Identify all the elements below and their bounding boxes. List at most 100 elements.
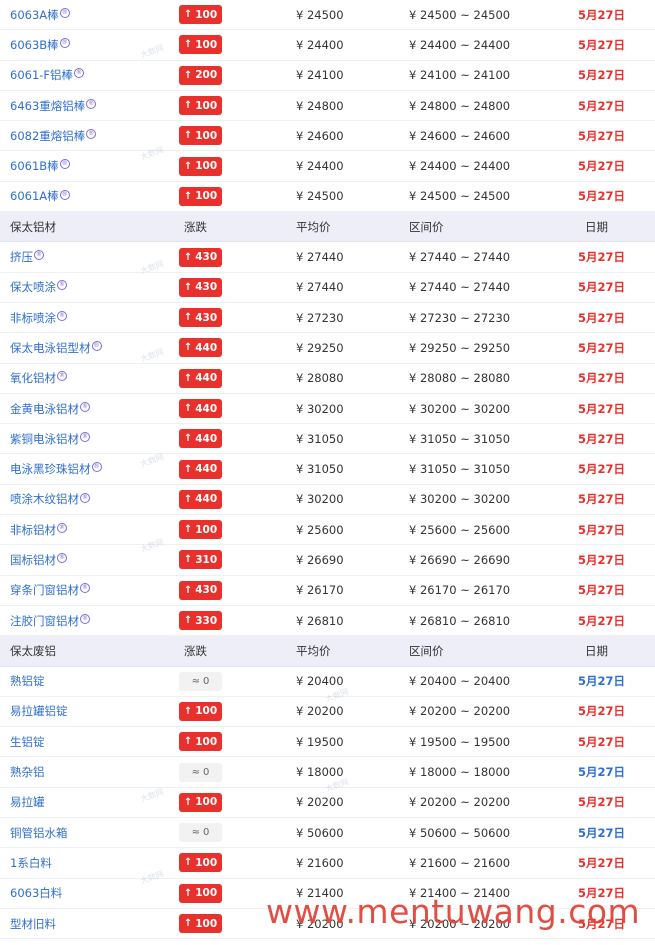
change-up-badge: ↑ 430 <box>179 247 222 267</box>
product-link[interactable]: 6061A棒 ® <box>10 188 70 204</box>
product-link[interactable]: 喷涂木纹铝材 ® <box>10 491 90 507</box>
range-price: ¥ 25600 ~ 25600 <box>409 522 511 537</box>
average-price: ¥ 29250 <box>296 340 344 355</box>
approx-icon: ≈ <box>191 675 200 687</box>
product-link[interactable]: 紫铜电泳铝材 ® <box>10 431 90 447</box>
product-link[interactable]: 6063A棒 ® <box>10 7 70 23</box>
product-link[interactable]: 6463重熔铝棒 ® <box>10 98 97 114</box>
product-link[interactable]: 非标铝材 ® <box>10 522 67 538</box>
arrow-up-icon: ↑ <box>183 736 193 748</box>
product-name-cell: 6063白料 <box>10 879 170 908</box>
header-change: 涨跌 <box>184 219 207 234</box>
arrow-up-icon: ↑ <box>183 554 193 566</box>
product-link[interactable]: 1系白料 <box>10 855 52 871</box>
arrow-up-icon: ↑ <box>183 251 193 263</box>
table-row: 喷涂木纹铝材 ® ↑ 440 ¥ 30200 ¥ 30200 ~ 30200 5月27日 <box>0 485 655 516</box>
range-price: ¥ 24400 ~ 24400 <box>409 37 511 52</box>
date: 5月27日 <box>578 431 626 446</box>
product-link[interactable]: 铜管铝水箱 <box>10 825 68 841</box>
average-price: ¥ 18000 <box>296 765 344 780</box>
product-link[interactable]: 挤压 ® <box>10 249 44 265</box>
product-name: 熟杂铝 <box>10 765 45 780</box>
product-link[interactable]: 国标铝材 ® <box>10 552 67 568</box>
product-link[interactable]: 电泳黑珍珠铝材 ® <box>10 461 102 477</box>
price-table: 6063A棒 ® ↑ 100 ¥ 24500 ¥ 24500 ~ 24500 5月27日 60… <box>0 0 655 940</box>
product-link[interactable]: 非标喷涂 ® <box>10 310 67 326</box>
product-link[interactable]: 熟杂铝 <box>10 764 45 780</box>
product-link[interactable]: 保太电泳铝型材 ® <box>10 340 102 356</box>
header-avg: 平均价 <box>296 219 331 234</box>
range-price: ¥ 19500 ~ 19500 <box>409 734 511 749</box>
registered-icon: ® <box>74 68 85 79</box>
product-link[interactable]: 6061-F铝棒 ® <box>10 67 85 83</box>
product-link[interactable]: 穿条门窗铝材 ® <box>10 582 90 598</box>
header-range: 区间价 <box>409 643 444 658</box>
date: 5月27日 <box>578 522 626 537</box>
change-up-badge: ↑ 100 <box>179 914 222 934</box>
header-range: 区间价 <box>409 219 444 234</box>
change-up-badge: ↑ 100 <box>179 853 222 873</box>
arrow-up-icon: ↑ <box>183 69 193 81</box>
change-value: 100 <box>195 38 218 51</box>
date: 5月27日 <box>578 492 626 507</box>
table-row: 保太电泳铝型材 ® ↑ 440 ¥ 29250 ¥ 29250 ~ 29250 5月27日 <box>0 333 655 364</box>
product-name: 穿条门窗铝材 <box>10 583 79 598</box>
product-link[interactable]: 型材旧料 <box>10 916 56 932</box>
arrow-up-icon: ↑ <box>183 524 193 536</box>
product-link[interactable]: 氧化铝材 ® <box>10 370 67 386</box>
product-link[interactable]: 易拉罐铝锭 <box>10 703 68 719</box>
registered-icon: ® <box>80 613 90 624</box>
product-link[interactable]: 保太喷涂 ® <box>10 279 67 295</box>
change-up-badge: ↑ 100 <box>179 701 222 721</box>
product-link[interactable]: 6063B棒 ® <box>10 37 70 53</box>
registered-icon: ® <box>59 189 70 200</box>
product-name: 挤压 <box>10 250 33 265</box>
product-link[interactable]: 熟铝锭 <box>10 673 45 689</box>
change-cell: ↑ 100 <box>179 151 259 180</box>
range-price: ¥ 28080 ~ 28080 <box>409 371 511 386</box>
product-name-cell: 氧化铝材 ® <box>10 364 170 393</box>
product-link[interactable]: 金黄电泳铝材 ® <box>10 401 90 417</box>
table-row: 国标铝材 ® ↑ 310 ¥ 26690 ¥ 26690 ~ 26690 5月27日 <box>0 545 655 576</box>
range-price: ¥ 20200 ~ 20200 <box>409 795 511 810</box>
change-up-badge: ↑ 100 <box>179 156 222 176</box>
product-link[interactable]: 6082重熔铝棒 ® <box>10 128 97 144</box>
range-price: ¥ 31050 ~ 31050 <box>409 462 511 477</box>
change-cell: ↑ 440 <box>179 364 259 393</box>
change-up-badge: ↑ 440 <box>179 459 222 479</box>
product-link[interactable]: 注胶门窗铝材 ® <box>10 613 90 629</box>
arrow-up-icon: ↑ <box>183 100 193 112</box>
date: 5月27日 <box>578 340 626 355</box>
change-cell: ↑ 100 <box>179 909 259 938</box>
range-price: ¥ 24500 ~ 24500 <box>409 7 511 22</box>
product-link[interactable]: 6061B棒 ® <box>10 158 70 174</box>
product-name-cell: 非标铝材 ® <box>10 515 170 544</box>
registered-icon: ® <box>80 401 90 412</box>
change-value: 100 <box>195 917 218 930</box>
change-value: 100 <box>195 129 218 142</box>
product-name-cell: 6082重熔铝棒 ® <box>10 121 170 150</box>
product-link[interactable]: 生铝锭 <box>10 734 45 750</box>
change-value: 430 <box>195 311 218 324</box>
arrow-up-icon: ↑ <box>183 493 193 505</box>
product-name-cell: 保太喷涂 ® <box>10 273 170 302</box>
product-link[interactable]: 易拉罐 <box>10 794 45 810</box>
product-name: 易拉罐铝锭 <box>10 704 68 719</box>
product-name-cell: 6061A棒 ® <box>10 182 170 211</box>
registered-icon: ® <box>57 371 67 382</box>
arrow-up-icon: ↑ <box>183 857 193 869</box>
range-price: ¥ 24600 ~ 24600 <box>409 128 511 143</box>
date: 5月27日 <box>578 250 626 265</box>
product-name-cell: 保太电泳铝型材 ® <box>10 333 170 362</box>
product-link[interactable]: 6063白料 <box>10 885 62 901</box>
change-value: 0 <box>203 827 210 839</box>
table-row: 6061B棒 ® ↑ 100 ¥ 24400 ¥ 24400 ~ 24400 5月27日 <box>0 151 655 182</box>
table-row: 铜管铝水箱 ≈0 ¥ 50600 ¥ 50600 ~ 50600 5月27日 <box>0 818 655 849</box>
product-name: 注胶门窗铝材 <box>10 613 79 628</box>
product-name: 6061A棒 <box>10 189 59 204</box>
product-name-cell: 6063B棒 ® <box>10 30 170 59</box>
range-price: ¥ 50600 ~ 50600 <box>409 825 511 840</box>
change-value: 430 <box>195 251 218 264</box>
change-cell: ↑ 100 <box>179 91 259 120</box>
product-name-cell: 6061-F铝棒 ® <box>10 61 170 90</box>
